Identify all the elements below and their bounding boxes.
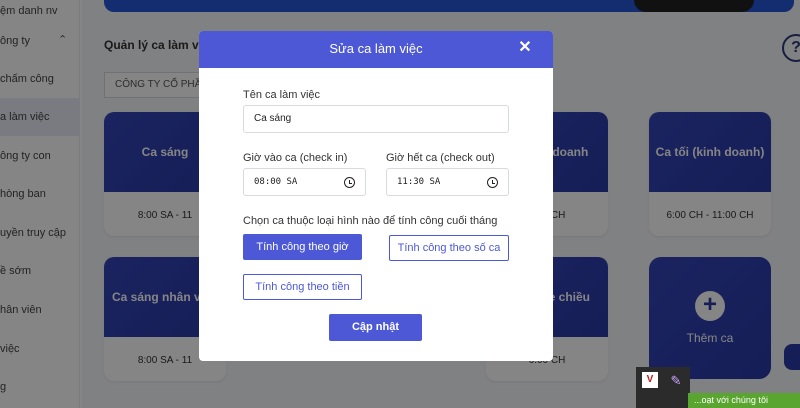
clock-icon[interactable] (344, 177, 355, 188)
option-by-hour-button[interactable]: Tính công theo giờ (243, 234, 362, 260)
shift-name-label: Tên ca làm việc (243, 89, 321, 101)
check-out-value: 11:30 SA (397, 177, 441, 187)
edit-shift-modal: Sửa ca làm việc ✕ Tên ca làm việc Ca sán… (199, 31, 553, 361)
close-icon[interactable]: ✕ (515, 38, 535, 58)
clock-icon[interactable] (487, 177, 498, 188)
check-out-time-input[interactable]: 11:30 SA (386, 168, 509, 196)
tray-icons: V ✎ (636, 367, 690, 408)
update-button[interactable]: Cập nhật (329, 314, 422, 341)
feather-icon[interactable]: ✎ (666, 371, 686, 391)
check-in-label: Giờ vào ca (check in) (243, 152, 348, 164)
vivaldi-icon[interactable]: V (642, 372, 658, 388)
option-by-money-button[interactable]: Tính công theo tiền (243, 274, 362, 300)
payroll-type-label: Chọn ca thuộc loại hình nào để tính công… (243, 215, 498, 227)
chat-widget[interactable]: ...oạt với chúng tôi (688, 393, 800, 408)
modal-title: Sửa ca làm việc (329, 41, 423, 56)
check-in-time-input[interactable]: 08:00 SA (243, 168, 366, 196)
check-in-value: 08:00 SA (254, 177, 298, 187)
check-out-label: Giờ hết ca (check out) (386, 152, 495, 164)
modal-header: Sửa ca làm việc ✕ (199, 31, 553, 68)
shift-name-input[interactable]: Ca sáng (243, 105, 509, 133)
option-by-shift-button[interactable]: Tính công theo số ca (389, 235, 509, 261)
